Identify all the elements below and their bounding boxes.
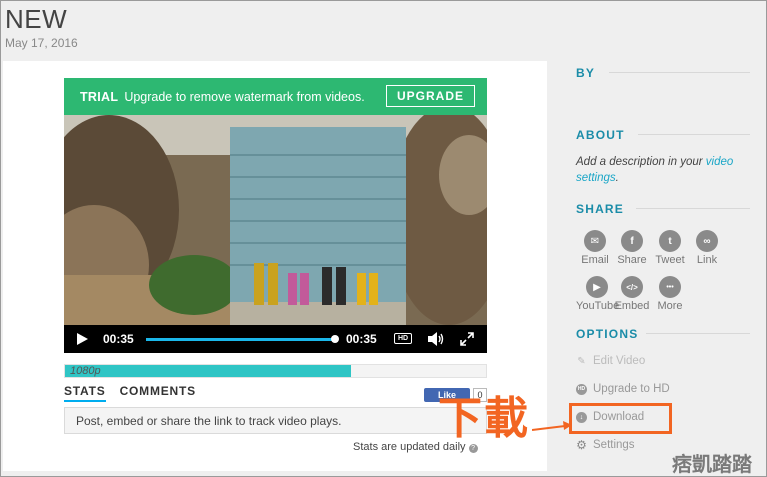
download-label: Download	[593, 411, 645, 423]
by-divider	[609, 72, 750, 73]
sidebar: BY ABOUT Add a description in your video…	[576, 0, 766, 477]
share-email-label: Email	[581, 254, 609, 266]
volume-icon[interactable]	[428, 332, 444, 346]
about-text-prefix: Add a description in your	[576, 156, 706, 168]
trial-banner: TRIAL Upgrade to remove watermark from v…	[64, 78, 487, 115]
help-icon[interactable]: ?	[468, 444, 478, 453]
transcode-progress: 1080p	[64, 364, 487, 378]
options-title: OPTIONS	[576, 327, 639, 341]
tab-bar: STATS COMMENTS	[64, 384, 196, 402]
stats-message: Post, embed or share the link to track v…	[76, 414, 342, 428]
transcode-progress-fill	[65, 365, 351, 377]
annotation-arrow-icon	[532, 421, 572, 431]
fullscreen-icon[interactable]	[460, 332, 474, 346]
player-controls: 00:35 00:35 HD	[64, 325, 487, 353]
download-icon: ↓	[576, 411, 587, 423]
pencil-icon: ✎	[577, 355, 586, 367]
share-link-label: Link	[696, 254, 718, 266]
scrub-handle[interactable]	[331, 335, 339, 343]
end-time: 00:35	[346, 332, 377, 346]
share-facebook-label: Share	[617, 254, 647, 266]
share-youtube-button[interactable]: ▶ YouTube	[576, 276, 620, 312]
annotation-text: 下載	[438, 393, 530, 444]
scrub-bar[interactable]	[146, 338, 336, 341]
share-twitter-label: Tweet	[655, 254, 685, 266]
share-link-button[interactable]: ∞ Link	[693, 230, 721, 266]
twitter-icon: t	[659, 230, 681, 252]
upload-date: May 17, 2016	[5, 36, 78, 50]
about-description: Add a description in your video settings…	[576, 154, 751, 186]
share-more-label: More	[657, 300, 683, 312]
video-frame	[64, 115, 487, 325]
share-facebook-button[interactable]: f Share	[616, 230, 648, 266]
current-time: 00:35	[103, 332, 134, 346]
options-divider	[646, 333, 750, 334]
facebook-icon: f	[621, 230, 643, 252]
about-title: ABOUT	[576, 128, 625, 142]
embed-icon: </>	[621, 276, 643, 298]
tab-comments[interactable]: COMMENTS	[120, 384, 196, 402]
play-icon[interactable]	[76, 333, 88, 345]
download-option[interactable]: ↓ Download	[576, 411, 644, 423]
edit-video-option[interactable]: ✎ Edit Video	[576, 355, 645, 367]
watermark: 痞凱踏踏	[672, 452, 752, 476]
more-icon: •••	[659, 276, 681, 298]
resolution-label: 1080p	[70, 365, 101, 377]
upgrade-hd-option[interactable]: HD Upgrade to HD	[576, 383, 670, 395]
share-embed-button[interactable]: </> Embed	[614, 276, 650, 312]
trial-tag: TRIAL	[80, 89, 119, 104]
share-divider	[636, 208, 750, 209]
about-divider	[638, 134, 750, 135]
stats-message-box: Post, embed or share the link to track v…	[64, 407, 487, 434]
by-title: BY	[576, 66, 596, 80]
email-icon: ✉	[584, 230, 606, 252]
share-email-button[interactable]: ✉ Email	[580, 230, 610, 266]
share-embed-label: Embed	[614, 300, 650, 312]
edit-video-label: Edit Video	[593, 355, 646, 367]
upgrade-hd-label: Upgrade to HD	[593, 383, 670, 395]
share-twitter-button[interactable]: t Tweet	[653, 230, 687, 266]
link-icon: ∞	[696, 230, 718, 252]
hd-toggle[interactable]: HD	[394, 333, 412, 344]
video-player[interactable]: TRIAL Upgrade to remove watermark from v…	[64, 78, 487, 353]
upgrade-button[interactable]: UPGRADE	[386, 85, 475, 107]
page-title: NEW	[5, 4, 68, 34]
gear-icon: ⚙	[576, 438, 587, 452]
tab-stats[interactable]: STATS	[64, 384, 106, 402]
hd-icon: HD	[576, 383, 587, 395]
share-more-button[interactable]: ••• More	[654, 276, 686, 312]
settings-label: Settings	[593, 439, 635, 451]
settings-option[interactable]: ⚙ Settings	[576, 438, 635, 452]
share-youtube-label: YouTube	[576, 300, 620, 312]
share-title: SHARE	[576, 202, 625, 216]
about-text-suffix: .	[615, 172, 619, 184]
youtube-icon: ▶	[586, 276, 608, 298]
trial-message: Upgrade to remove watermark from videos.	[124, 89, 365, 104]
